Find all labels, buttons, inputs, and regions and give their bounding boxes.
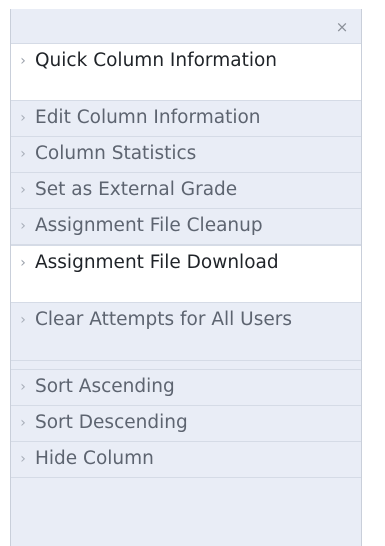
menu-item-set-as-external-grade[interactable]: › Set as External Grade bbox=[11, 173, 361, 209]
menu-item-label: Sort Descending bbox=[35, 412, 188, 433]
menu-divider bbox=[11, 361, 361, 370]
menu-item-clear-attempts-for-all-users[interactable]: › Clear Attempts for All Users bbox=[11, 303, 361, 361]
menu-item-assignment-file-download[interactable]: › Assignment File Download bbox=[11, 245, 361, 303]
menu-item-label: Sort Ascending bbox=[35, 376, 175, 397]
chevron-right-icon: › bbox=[20, 451, 26, 467]
menu-item-edit-column-information[interactable]: › Edit Column Information bbox=[11, 101, 361, 137]
menu-item-label: Hide Column bbox=[35, 448, 154, 469]
menu-item-label: Quick Column Information bbox=[35, 50, 278, 71]
chevron-right-icon: › bbox=[20, 312, 26, 328]
chevron-right-icon: › bbox=[20, 379, 26, 395]
column-context-menu: × › Quick Column Information › Edit Colu… bbox=[10, 9, 362, 546]
menu-item-column-statistics[interactable]: › Column Statistics bbox=[11, 137, 361, 173]
menu-item-label: Clear Attempts for All Users bbox=[35, 309, 292, 330]
menu-item-assignment-file-cleanup[interactable]: › Assignment File Cleanup bbox=[11, 209, 361, 245]
chevron-right-icon: › bbox=[20, 415, 26, 431]
menu-item-label: Edit Column Information bbox=[35, 107, 261, 128]
menu-items: › Quick Column Information › Edit Column… bbox=[11, 43, 361, 478]
menu-item-hide-column[interactable]: › Hide Column bbox=[11, 442, 361, 478]
chevron-right-icon: › bbox=[20, 218, 26, 234]
menu-item-label: Assignment File Download bbox=[35, 252, 279, 273]
menu-item-label: Assignment File Cleanup bbox=[35, 215, 263, 236]
chevron-right-icon: › bbox=[20, 110, 26, 126]
chevron-right-icon: › bbox=[20, 53, 26, 69]
menu-header: × bbox=[11, 9, 361, 43]
menu-item-sort-descending[interactable]: › Sort Descending bbox=[11, 406, 361, 442]
menu-item-quick-column-information[interactable]: › Quick Column Information bbox=[11, 43, 361, 101]
close-icon[interactable]: × bbox=[335, 20, 349, 35]
menu-item-label: Set as External Grade bbox=[35, 179, 238, 200]
menu-item-label: Column Statistics bbox=[35, 143, 197, 164]
chevron-right-icon: › bbox=[20, 182, 26, 198]
menu-item-sort-ascending[interactable]: › Sort Ascending bbox=[11, 370, 361, 406]
chevron-right-icon: › bbox=[20, 146, 26, 162]
chevron-right-icon: › bbox=[20, 255, 26, 271]
